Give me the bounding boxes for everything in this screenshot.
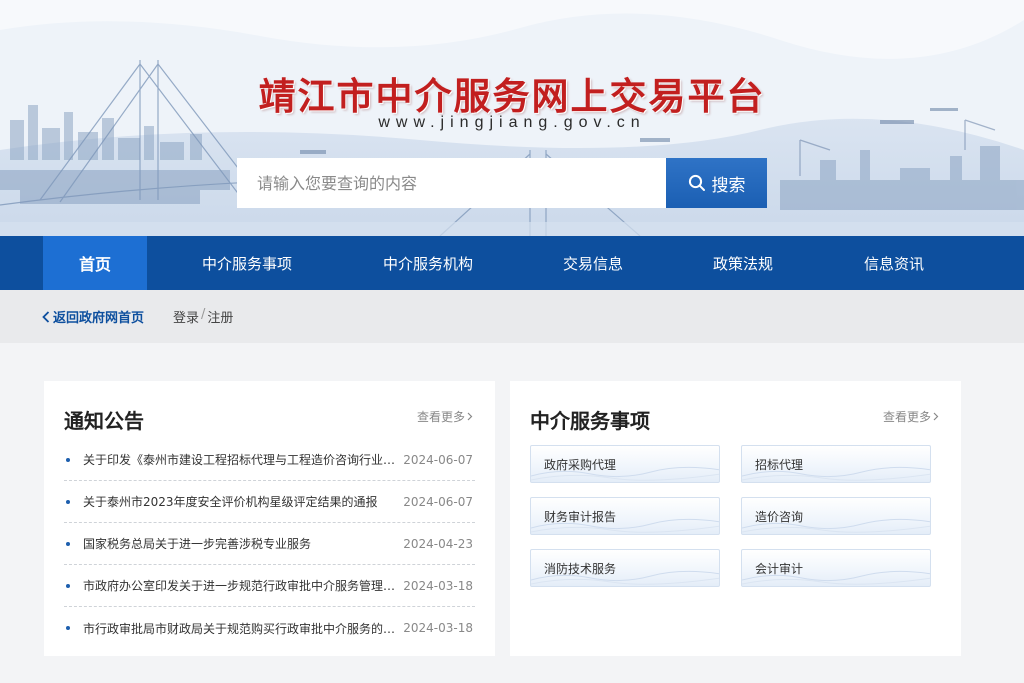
notice-item-date: 2024-03-18 <box>403 621 473 635</box>
service-item-bidding[interactable]: 招标代理 <box>741 445 931 483</box>
notice-item[interactable]: 国家税务总局关于进一步完善涉税专业服务 2024-04-23 <box>64 523 475 565</box>
notice-item-text: 关于印发《泰州市建设工程招标代理与工程造价咨询行业信用评价管理办法》的通知 <box>83 453 401 467</box>
bullet-icon <box>66 541 70 546</box>
nav-list: 首页 中介服务事项 中介服务机构 交易信息 政策法规 信息资讯 <box>43 236 979 290</box>
service-item-label: 政府采购代理 <box>544 457 617 472</box>
service-item-accounting-audit[interactable]: 会计审计 <box>741 549 931 587</box>
nav-item-policies[interactable]: 政策法规 <box>677 236 809 290</box>
login-link[interactable]: 登录 <box>173 307 199 326</box>
notice-item-text: 国家税务总局关于进一步完善涉税专业服务 <box>83 537 312 551</box>
notice-list: 关于印发《泰州市建设工程招标代理与工程造价咨询行业信用评价管理办法》的通知 20… <box>64 439 475 649</box>
main-nav: 首页 中介服务事项 中介服务机构 交易信息 政策法规 信息资讯 <box>0 236 1024 290</box>
notice-item-date: 2024-06-07 <box>403 494 473 509</box>
search-button[interactable]: 搜索 <box>666 158 767 208</box>
service-item-label: 会计审计 <box>755 561 804 576</box>
notice-title: 通知公告 <box>64 409 144 433</box>
search-icon <box>688 174 705 191</box>
auth-separator: / <box>201 307 206 322</box>
register-link[interactable]: 注册 <box>207 307 233 326</box>
back-to-gov-link[interactable]: 返回政府网首页 <box>42 307 144 326</box>
service-item-financial-audit[interactable]: 财务审计报告 <box>530 497 720 535</box>
header-banner: 靖江市中介服务网上交易平台 www.jingjiang.gov.cn 搜索 <box>0 0 1024 236</box>
chevron-right-icon <box>933 412 939 421</box>
notice-more-label: 查看更多 <box>416 410 465 424</box>
notice-item-date: 2024-06-07 <box>403 452 473 467</box>
service-item-cost-consulting[interactable]: 造价咨询 <box>741 497 931 535</box>
back-link-label: 返回政府网首页 <box>53 311 145 326</box>
nav-item-news[interactable]: 信息资讯 <box>809 236 979 290</box>
service-item-label: 财务审计报告 <box>544 509 617 524</box>
sub-bar: 返回政府网首页 登录 / 注册 <box>0 290 1024 343</box>
services-more-link[interactable]: 查看更多 <box>883 408 939 425</box>
chevron-left-icon <box>42 310 50 323</box>
services-title: 中介服务事项 <box>530 409 650 433</box>
bullet-icon <box>66 499 70 504</box>
notice-item[interactable]: 市政府办公室印发关于进一步规范行政审批中介服务管理的通知 2024-03-18 <box>64 565 475 607</box>
chevron-right-icon <box>467 412 473 421</box>
notice-item-text: 市政府办公室印发关于进一步规范行政审批中介服务管理的通知 <box>83 579 401 593</box>
nav-item-service-agencies[interactable]: 中介服务机构 <box>347 236 509 290</box>
service-item-label: 消防技术服务 <box>544 561 617 576</box>
services-card: 中介服务事项 查看更多 政府采购代理 招标代理 财务审计报告 造价咨询 消防技术… <box>510 381 961 656</box>
search-bar: 搜索 <box>237 158 767 208</box>
notice-item-date: 2024-04-23 <box>403 536 473 551</box>
notice-item-text: 关于泰州市2023年度安全评价机构星级评定结果的通报 <box>83 495 378 509</box>
search-button-label: 搜索 <box>711 175 746 196</box>
auth-links: 登录 / 注册 <box>173 307 233 326</box>
notice-card: 通知公告 查看更多 关于印发《泰州市建设工程招标代理与工程造价咨询行业信用评价管… <box>44 381 495 656</box>
notice-item[interactable]: 市行政审批局市财政局关于规范购买行政审批中介服务的通知 2024-03-18 <box>64 607 475 649</box>
site-url: www.jingjiang.gov.cn <box>378 114 646 131</box>
nav-item-home[interactable]: 首页 <box>43 236 147 290</box>
nav-item-service-matters[interactable]: 中介服务事项 <box>147 236 347 290</box>
service-item-label: 造价咨询 <box>755 509 804 524</box>
bullet-icon <box>66 457 70 462</box>
notice-more-link[interactable]: 查看更多 <box>417 408 473 425</box>
bullet-icon <box>66 583 70 588</box>
site-title: 靖江市中介服务网上交易平台 <box>258 74 766 118</box>
notice-item-text: 市行政审批局市财政局关于规范购买行政审批中介服务的通知 <box>83 621 401 636</box>
services-more-label: 查看更多 <box>882 410 931 424</box>
nav-item-transaction-info[interactable]: 交易信息 <box>509 236 677 290</box>
notice-item-date: 2024-03-18 <box>403 578 473 593</box>
search-input[interactable] <box>237 158 666 208</box>
service-item-fire-safety[interactable]: 消防技术服务 <box>530 549 720 587</box>
notice-item[interactable]: 关于泰州市2023年度安全评价机构星级评定结果的通报 2024-06-07 <box>64 481 475 523</box>
service-item-procurement[interactable]: 政府采购代理 <box>530 445 720 483</box>
service-item-label: 招标代理 <box>755 457 804 472</box>
notice-item[interactable]: 关于印发《泰州市建设工程招标代理与工程造价咨询行业信用评价管理办法》的通知 20… <box>64 439 475 481</box>
bullet-icon <box>66 626 70 630</box>
